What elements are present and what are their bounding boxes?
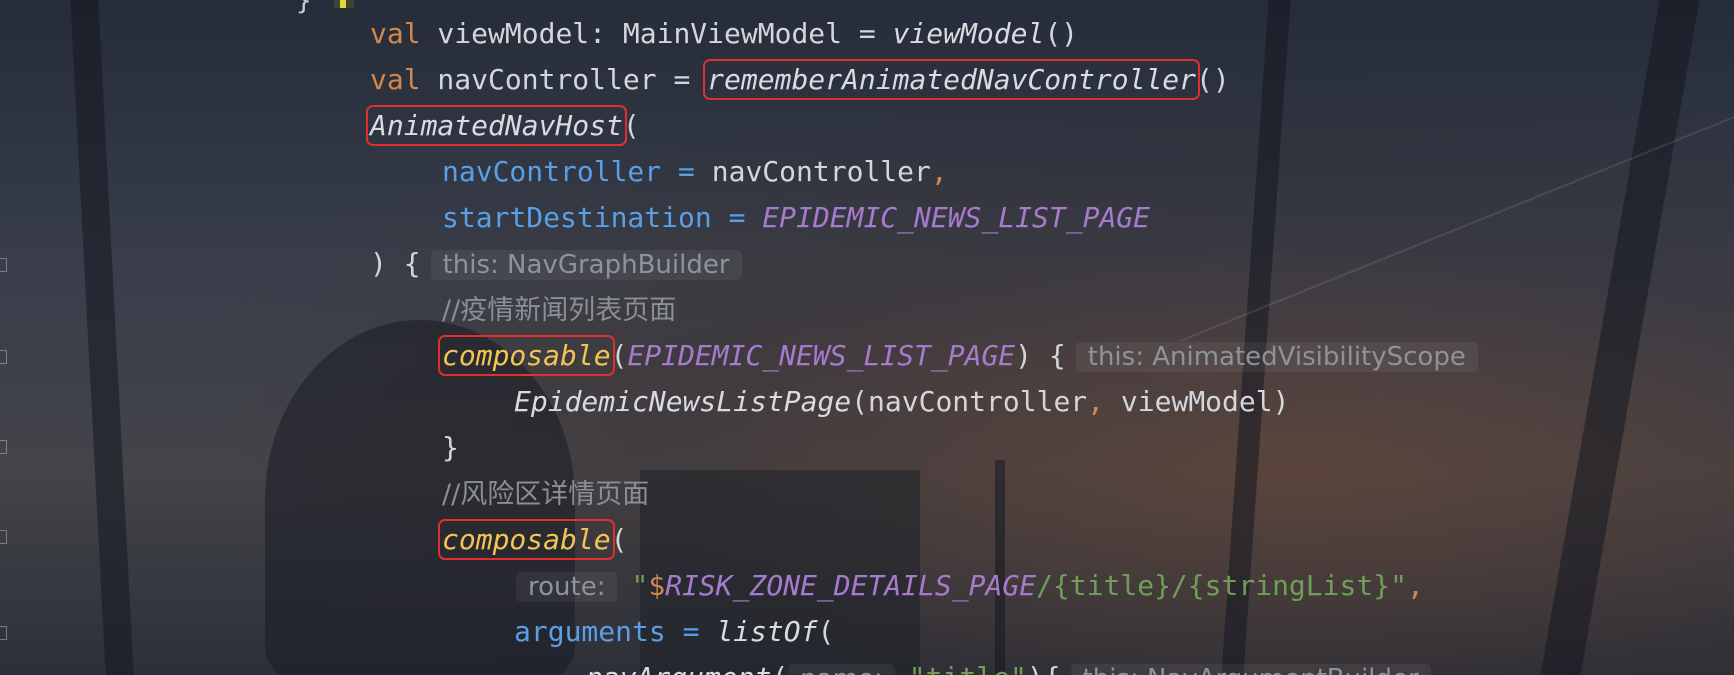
code-line-3[interactable]: AnimatedNavHost( bbox=[366, 103, 640, 149]
highlighted-function-call: AnimatedNavHost bbox=[366, 105, 627, 146]
code-fragment: } bbox=[296, 0, 312, 16]
wallpaper-pole-right bbox=[1540, 0, 1700, 675]
comma: , bbox=[1087, 385, 1105, 418]
code-text: } bbox=[442, 431, 459, 464]
code-text: ( bbox=[622, 109, 640, 142]
inlay-hint: this: NavArgumentBuilder bbox=[1070, 664, 1431, 675]
code-text: ) { bbox=[1015, 339, 1066, 372]
code-line-7[interactable]: //疫情新闻列表页面 bbox=[442, 287, 676, 333]
code-line-1[interactable]: val viewModel: MainViewModel = viewModel… bbox=[370, 11, 1078, 57]
named-parameter: navController bbox=[442, 155, 662, 188]
code-editor[interactable]: } val viewModel: MainViewModel = viewMod… bbox=[0, 0, 1734, 675]
code-line-10[interactable]: } bbox=[442, 425, 459, 471]
caret-marker bbox=[334, 0, 354, 8]
code-text: navController = bbox=[420, 63, 708, 96]
fold-icon[interactable] bbox=[0, 626, 7, 640]
constant: RISK_ZONE_DETAILS_PAGE bbox=[665, 569, 1037, 602]
code-line-8[interactable]: composable(EPIDEMIC_NEWS_LIST_PAGE) { thi… bbox=[438, 333, 1478, 379]
code-text: ( bbox=[771, 661, 788, 675]
assign-operator: = bbox=[665, 615, 717, 648]
constant: EPIDEMIC_NEWS_LIST_PAGE bbox=[627, 339, 1016, 372]
code-line-9[interactable]: EpidemicNewsListPage(navController, view… bbox=[514, 379, 1289, 425]
code-text: viewModel) bbox=[1104, 385, 1290, 418]
code-line-13[interactable]: route: "$RISK_ZONE_DETAILS_PAGE/{title}/{… bbox=[516, 563, 1424, 609]
comma: , bbox=[1406, 569, 1424, 602]
highlighted-function-call: composable bbox=[438, 335, 615, 376]
inlay-hint: this: AnimatedVisibilityScope bbox=[1075, 342, 1478, 372]
keyword: val bbox=[370, 63, 421, 96]
fold-icon[interactable] bbox=[0, 258, 7, 272]
string-quote: " bbox=[631, 569, 649, 602]
comma: , bbox=[930, 155, 948, 188]
assign-operator: = bbox=[711, 201, 763, 234]
highlighted-function-call: rememberAnimatedNavController bbox=[703, 59, 1201, 100]
code-line-6[interactable]: ) { this: NavGraphBuilder bbox=[370, 241, 742, 287]
code-line-14[interactable]: arguments = listOf( bbox=[514, 609, 834, 655]
code-line-11[interactable]: //风险区详情页面 bbox=[442, 471, 649, 517]
template-dollar: $ bbox=[648, 569, 666, 602]
fold-icon[interactable] bbox=[0, 440, 7, 454]
code-text: () bbox=[1044, 17, 1079, 50]
named-parameter: startDestination bbox=[442, 201, 712, 234]
inlay-hint: this: NavGraphBuilder bbox=[430, 250, 742, 280]
function-call: listOf bbox=[716, 615, 818, 648]
assign-operator: = bbox=[661, 155, 712, 188]
code-text: ){ bbox=[1027, 661, 1061, 675]
fold-icon[interactable] bbox=[0, 350, 7, 364]
code-text: ( bbox=[817, 615, 835, 648]
code-line-5[interactable]: startDestination = EPIDEMIC_NEWS_LIST_PA… bbox=[442, 195, 1150, 241]
named-parameter: arguments bbox=[514, 615, 666, 648]
code-comment: //风险区详情页面 bbox=[442, 479, 650, 510]
highlighted-function-call: composable bbox=[438, 519, 615, 560]
inlay-hint: name: bbox=[788, 664, 895, 675]
code-text: ( bbox=[610, 339, 628, 372]
function-call: viewModel bbox=[892, 17, 1045, 50]
code-text: viewModel: MainViewModel = bbox=[420, 17, 893, 50]
code-text: ) { bbox=[370, 247, 421, 280]
function-call: navArgument bbox=[586, 661, 771, 675]
inlay-hint: route: bbox=[516, 572, 618, 602]
code-text: () bbox=[1196, 63, 1230, 96]
fold-icon[interactable] bbox=[0, 530, 7, 544]
string-literal: /{title}/{stringList}" bbox=[1036, 569, 1407, 602]
code-line-4[interactable]: navController = navController, bbox=[442, 149, 948, 195]
code-line-2[interactable]: val navController = rememberAnimatedNavC… bbox=[370, 57, 1230, 103]
gutter bbox=[0, 0, 110, 675]
code-line-12[interactable]: composable( bbox=[438, 517, 628, 563]
keyword: val bbox=[370, 17, 421, 50]
code-comment: //疫情新闻列表页面 bbox=[442, 295, 677, 326]
constant: EPIDEMIC_NEWS_LIST_PAGE bbox=[762, 201, 1151, 234]
code-text: navController bbox=[711, 155, 931, 188]
code-line-15[interactable]: navArgument(name: "title"){ this: NavArgum… bbox=[586, 655, 1431, 675]
function-call: EpidemicNewsListPage bbox=[514, 385, 852, 418]
code-text: (navController bbox=[851, 385, 1088, 418]
code-text: ( bbox=[610, 523, 628, 556]
string-literal: "title" bbox=[909, 661, 1027, 675]
